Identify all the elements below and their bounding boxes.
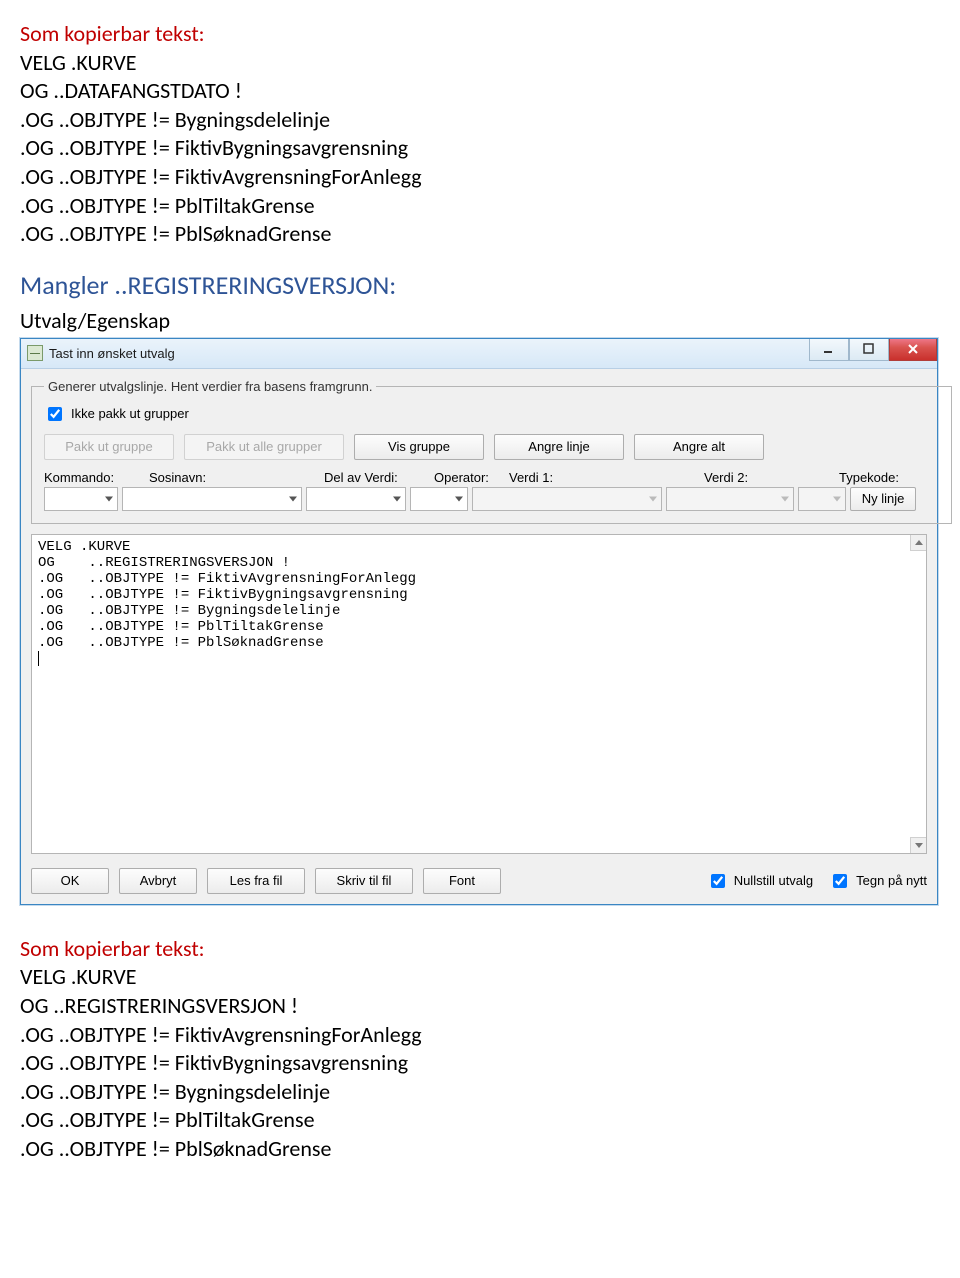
scroll-up-button[interactable] [910, 535, 926, 551]
app-icon [27, 345, 43, 361]
bottom-line: .OG ..OBJTYPE != FiktivBygningsavgrensni… [20, 1049, 940, 1078]
typekode-combo [798, 487, 846, 511]
avbryt-button[interactable]: Avbryt [119, 868, 197, 894]
nullstill-checkbox[interactable]: Nullstill utvalg [707, 871, 813, 891]
pakk-ut-gruppe-button: Pakk ut gruppe [44, 434, 174, 460]
top-line: OG ..DATAFANGSTDATO ! [20, 77, 940, 106]
dialog-window: Tast inn ønsket utvalg Generer utvalgsli… [20, 338, 938, 905]
close-button[interactable] [889, 339, 937, 361]
title-bar: Tast inn ønsket utvalg [21, 339, 937, 369]
minimize-button[interactable] [809, 339, 849, 361]
top-line: .OG ..OBJTYPE != PblTiltakGrense [20, 192, 940, 221]
vis-gruppe-button[interactable]: Vis gruppe [354, 434, 484, 460]
ny-linje-button[interactable]: Ny linje [850, 487, 916, 511]
label-delavverdi: Del av Verdi: [324, 470, 434, 485]
operator-combo[interactable] [410, 487, 468, 511]
tegn-label: Tegn på nytt [856, 873, 927, 888]
ok-button[interactable]: OK [31, 868, 109, 894]
top-heading: Som kopierbar tekst: [20, 20, 940, 49]
mangler-heading: Mangler ..REGISTRERINGSVERSJON: [20, 269, 940, 301]
label-operator: Operator: [434, 470, 509, 485]
skriv-til-fil-button[interactable]: Skriv til fil [315, 868, 413, 894]
nullstill-label: Nullstill utvalg [734, 873, 813, 888]
angre-linje-button[interactable]: Angre linje [494, 434, 624, 460]
sosinavn-combo[interactable] [122, 487, 302, 511]
group-legend: Generer utvalgslinje. Hent verdier fra b… [44, 379, 376, 394]
tegn-check-input[interactable] [833, 874, 847, 888]
label-sosinavn: Sosinavn: [149, 470, 324, 485]
font-button[interactable]: Font [423, 868, 501, 894]
text-caret [38, 651, 39, 666]
bottom-line: .OG ..OBJTYPE != PblSøknadGrense [20, 1135, 940, 1164]
bottom-line: .OG ..OBJTYPE != FiktivAvgrensningForAnl… [20, 1021, 940, 1050]
label-verdi1: Verdi 1: [509, 470, 704, 485]
verdi2-combo [666, 487, 794, 511]
nullstill-check-input[interactable] [711, 874, 725, 888]
top-line: VELG .KURVE [20, 49, 940, 78]
ikke-pakk-check-input[interactable] [48, 407, 62, 421]
top-line: .OG ..OBJTYPE != Bygningsdelelinje [20, 106, 940, 135]
label-verdi2: Verdi 2: [704, 470, 839, 485]
maximize-button[interactable] [849, 339, 889, 361]
angre-alt-button[interactable]: Angre alt [634, 434, 764, 460]
verdi1-combo [472, 487, 662, 511]
pakk-ut-alle-button: Pakk ut alle grupper [184, 434, 344, 460]
query-text: VELG .KURVE OG ..REGISTRERINGSVERSJON ! … [38, 539, 416, 651]
delavverdi-combo[interactable] [306, 487, 406, 511]
scroll-down-button[interactable] [910, 837, 926, 853]
bottom-heading: Som kopierbar tekst: [20, 935, 940, 964]
label-typekode: Typekode: [839, 470, 939, 485]
top-line: .OG ..OBJTYPE != FiktivAvgrensningForAnl… [20, 163, 940, 192]
generate-group: Generer utvalgslinje. Hent verdier fra b… [31, 379, 952, 524]
bottom-line: .OG ..OBJTYPE != Bygningsdelelinje [20, 1078, 940, 1107]
query-textarea[interactable]: VELG .KURVE OG ..REGISTRERINGSVERSJON ! … [31, 534, 927, 854]
utvalg-label: Utvalg/Egenskap [20, 307, 940, 334]
kommando-combo[interactable] [44, 487, 118, 511]
bottom-line: VELG .KURVE [20, 963, 940, 992]
tegn-checkbox[interactable]: Tegn på nytt [829, 871, 927, 891]
top-line: .OG ..OBJTYPE != FiktivBygningsavgrensni… [20, 134, 940, 163]
top-line: .OG ..OBJTYPE != PblSøknadGrense [20, 220, 940, 249]
bottom-line: .OG ..OBJTYPE != PblTiltakGrense [20, 1106, 940, 1135]
ikke-pakk-label: Ikke pakk ut grupper [71, 406, 189, 421]
les-fra-fil-button[interactable]: Les fra fil [207, 868, 305, 894]
bottom-line: OG ..REGISTRERINGSVERSJON ! [20, 992, 940, 1021]
ikke-pakk-checkbox[interactable]: Ikke pakk ut grupper [44, 404, 939, 424]
label-kommando: Kommando: [44, 470, 149, 485]
window-title: Tast inn ønsket utvalg [49, 346, 809, 361]
